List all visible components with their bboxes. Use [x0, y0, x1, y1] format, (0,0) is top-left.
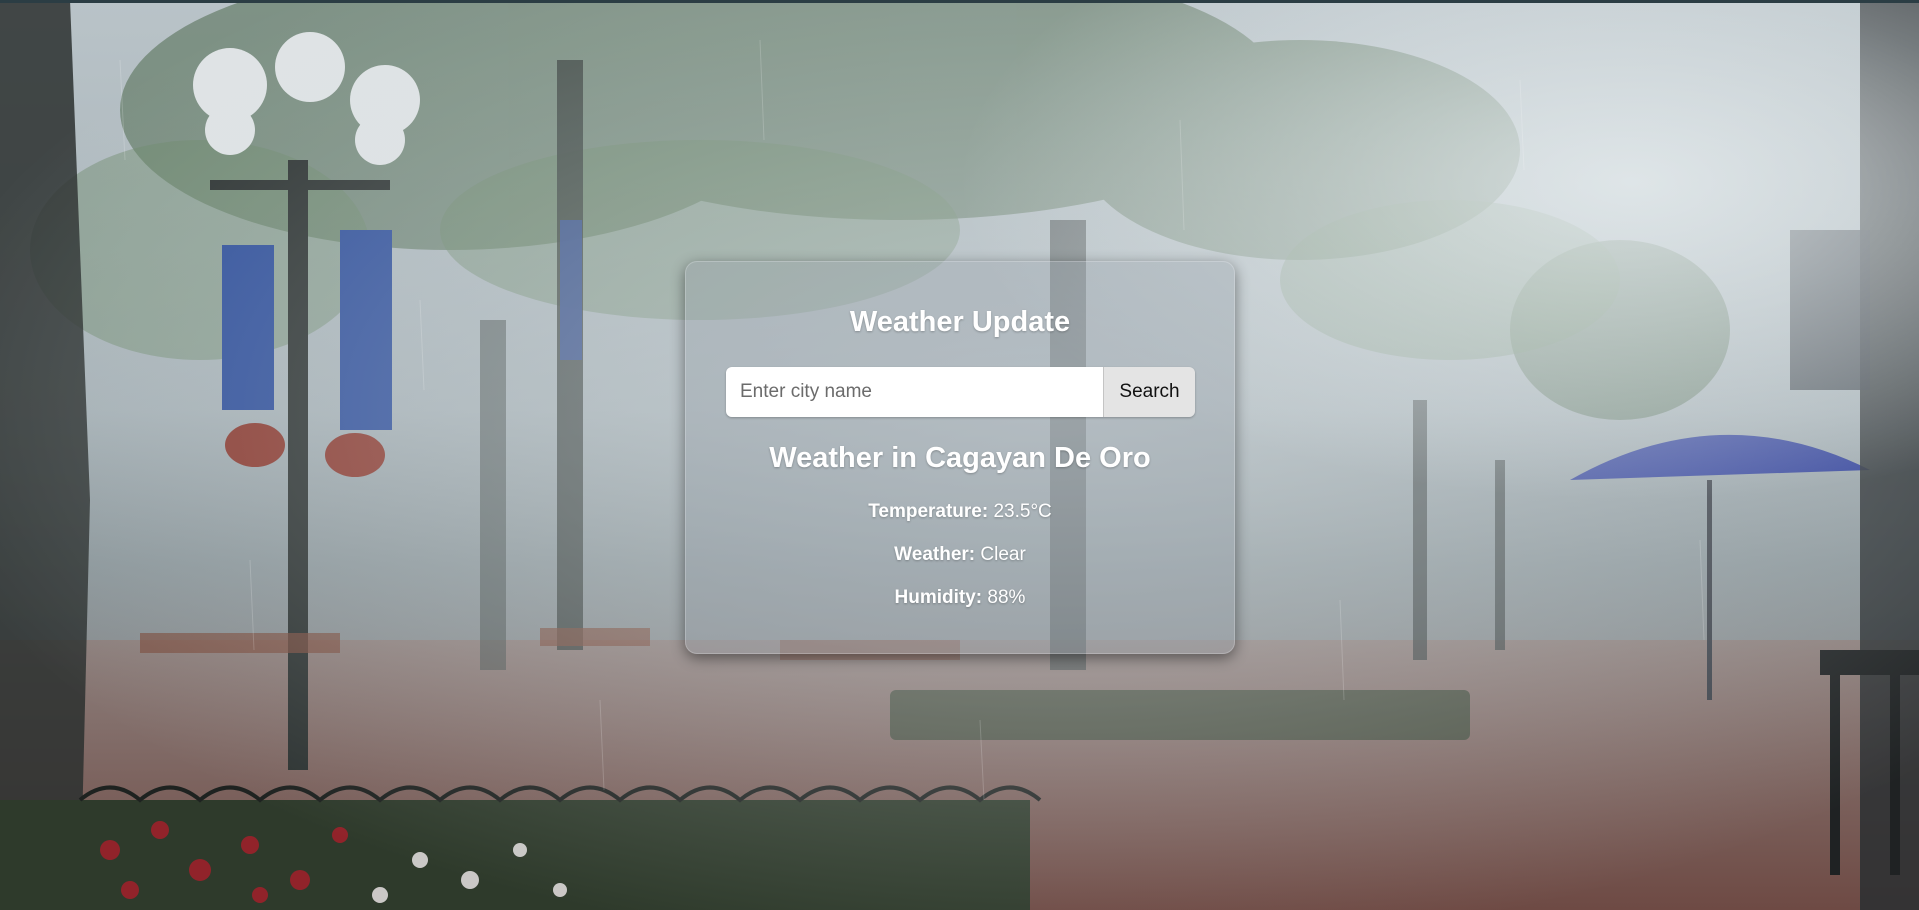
weather-condition-row: Weather: Clear	[686, 544, 1234, 566]
weather-condition-label: Weather:	[894, 544, 976, 565]
humidity-row: Humidity: 88%	[686, 587, 1234, 609]
weather-card: Weather Update Search Weather in Cagayan…	[685, 261, 1235, 654]
temperature-value: 23.5°C	[993, 501, 1052, 522]
search-button[interactable]: Search	[1103, 367, 1195, 417]
page: Weather Update Search Weather in Cagayan…	[0, 0, 1919, 910]
weather-condition-value: Clear	[980, 544, 1026, 565]
weather-location-heading: Weather in Cagayan De Oro	[769, 442, 1151, 474]
temperature-row: Temperature: 23.5°C	[686, 501, 1234, 523]
humidity-label: Humidity:	[894, 587, 983, 608]
search-bar: Search	[726, 367, 1195, 417]
temperature-label: Temperature:	[868, 501, 989, 522]
app-title: Weather Update	[849, 306, 1071, 338]
humidity-value: 88%	[987, 587, 1026, 608]
city-search-input[interactable]	[726, 367, 1103, 417]
